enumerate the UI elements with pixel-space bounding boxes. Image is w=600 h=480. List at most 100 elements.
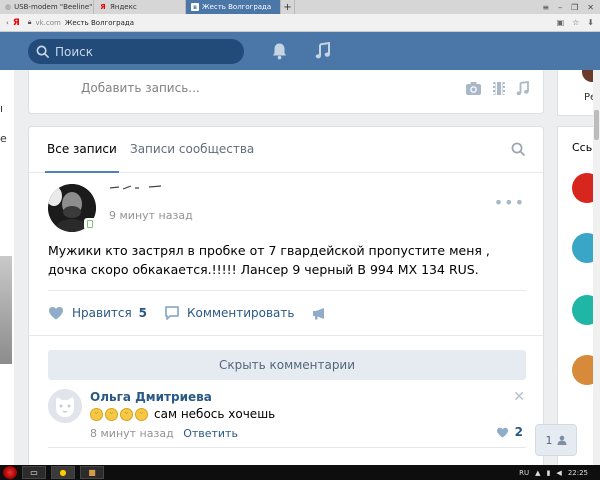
search-icon [36,45,49,58]
system-tray: RU ▲ ▮ ◀ 22:25 [519,469,600,477]
wall-search-icon[interactable] [511,142,525,156]
volume-icon[interactable]: ◀ [556,469,561,477]
clock[interactable]: 22:25 [568,469,588,477]
tab-label: Яндекс [110,3,137,11]
back-icon[interactable]: ‹ [6,19,9,27]
url-domain[interactable]: vk.com [35,19,60,27]
mobile-online-icon [84,218,96,230]
add-post-attachments [465,81,529,96]
music-note-icon[interactable] [516,81,529,96]
share-button[interactable] [312,307,335,320]
tab-community-posts[interactable]: Записи сообщества [130,142,254,156]
wall-feed: Все записи Записи сообщества 9 минут наз… [28,126,544,466]
page-scrollbar[interactable] [593,70,600,465]
vk-header [0,32,600,70]
grinning-emoji-icon: ᵕ [135,407,148,421]
chat-widget-button[interactable]: 1 [535,424,577,456]
yandex-browser-icon: ● [59,468,67,477]
window-controls: ≡ – ❐ ✕ [542,0,600,14]
comment-delete-icon[interactable]: ✕ [513,389,525,405]
megaphone-icon [313,307,325,319]
post-more-icon[interactable]: ••• [494,193,525,212]
network-icon[interactable]: ▮ [547,469,551,477]
post-text: Мужики кто застрял в пробке от 7 гвардей… [48,243,490,277]
comment-timestamp[interactable]: 8 минут назад [90,427,174,440]
grinning-emoji-icon: ᵕ [105,407,118,421]
menu-icon[interactable]: ≡ [542,3,549,12]
browser-tab-vk[interactable]: в Жесть Волгограда [186,0,281,14]
divider [48,447,526,448]
left-sidebar-clipped: ı e [0,70,14,465]
person-icon [557,435,566,445]
browser-tab-strip: ◍ USB-modem "Beeline" Я Яндекс в Жесть В… [0,0,600,14]
tray-arrow-icon[interactable]: ▲ [535,469,540,477]
yandex-icon: Я [100,3,106,11]
comment-label: Комментировать [187,306,295,320]
heart-icon [496,427,508,438]
left-sidebar-glyph: ı [0,102,4,115]
tab-all-posts[interactable]: Все записи [45,142,119,173]
comment-body: сам небось хочешь [154,407,276,421]
tab-label: Жесть Волгограда [202,3,272,11]
comment-author-avatar[interactable] [48,389,82,423]
hide-comments-button[interactable]: Скрыть комментарии [48,350,526,380]
author-name-redacted [109,185,162,190]
taskbar-yandex-browser[interactable]: ● [51,466,75,479]
video-icon[interactable] [492,81,506,96]
add-post-box[interactable]: Добавить запись... [28,70,544,114]
restore-icon[interactable]: ❐ [571,3,578,12]
globe-icon: ◍ [5,3,12,11]
browser-tab-yandex[interactable]: Я Яндекс [94,0,186,14]
like-button[interactable]: Нравится 5 [48,306,147,320]
comment-like-count: 2 [514,425,523,439]
grinning-emoji-icon: ᵕ [90,407,103,421]
divider [48,290,526,291]
lock-icon: 🔒︎ [27,18,32,26]
comment-reply-link[interactable]: Ответить [183,427,238,440]
left-sidebar-glyph: e [0,132,7,145]
chat-count: 1 [545,433,553,447]
camera-icon[interactable] [465,81,482,96]
comment-like-button[interactable]: 2 [496,425,523,439]
post-actions: Нравится 5 Комментировать [48,303,353,323]
comment-button[interactable]: Комментировать [165,306,294,320]
like-count: 5 [138,306,148,320]
bell-icon[interactable] [271,42,288,60]
download-icon[interactable]: ⬇ [587,18,594,27]
browser-tab-beeline[interactable]: ◍ USB-modem "Beeline" [0,0,94,14]
start-button[interactable] [3,466,17,479]
post-timestamp[interactable]: 9 минут назад [109,209,193,222]
address-bar: ‹ Я 🔒︎ vk.com Жесть Волгограда ▣ ☆ ⬇ [0,14,600,32]
url-title[interactable]: Жесть Волгограда [65,19,134,27]
minimize-icon[interactable]: – [558,3,562,12]
app-icon: ■ [88,468,96,477]
left-thumbnail[interactable] [0,256,12,364]
right-sidebar-header: Ссь [572,141,593,154]
heart-icon [49,307,63,320]
vk-icon: в [191,3,199,11]
like-label: Нравится [72,306,132,320]
search-input[interactable] [55,44,225,59]
grinning-emoji-icon: ᵕ [120,407,133,421]
comment-icon [165,306,179,320]
tabs-icon[interactable]: ▣ [557,18,565,27]
comment-text: ᵕ ᵕ ᵕ ᵕ сам небось хочешь [90,407,275,421]
comment-author-name[interactable]: Ольга Дмитриева [90,390,212,404]
close-icon[interactable]: ✕ [587,3,594,12]
add-post-placeholder[interactable]: Добавить запись... [81,81,200,95]
scrollbar-thumb[interactable] [594,110,599,140]
bookmark-icon[interactable]: ☆ [572,18,579,27]
new-tab-button[interactable]: + [281,0,295,14]
language-indicator[interactable]: RU [519,469,529,477]
comment-meta: 8 минут назад Ответить [90,427,238,440]
search-box[interactable] [28,39,244,64]
divider [29,335,543,336]
music-icon[interactable] [315,42,331,60]
wall-tabs: Все записи Записи сообщества [29,127,543,173]
taskbar-app[interactable]: ■ [80,466,104,479]
tab-label: USB-modem "Beeline" [14,3,93,11]
os-taskbar: ▭ ● ■ RU ▲ ▮ ◀ 22:25 [0,465,600,480]
yandex-logo-icon[interactable]: Я [13,18,20,28]
address-bar-actions: ▣ ☆ ⬇ [557,18,594,27]
taskbar-explorer[interactable]: ▭ [22,466,46,479]
